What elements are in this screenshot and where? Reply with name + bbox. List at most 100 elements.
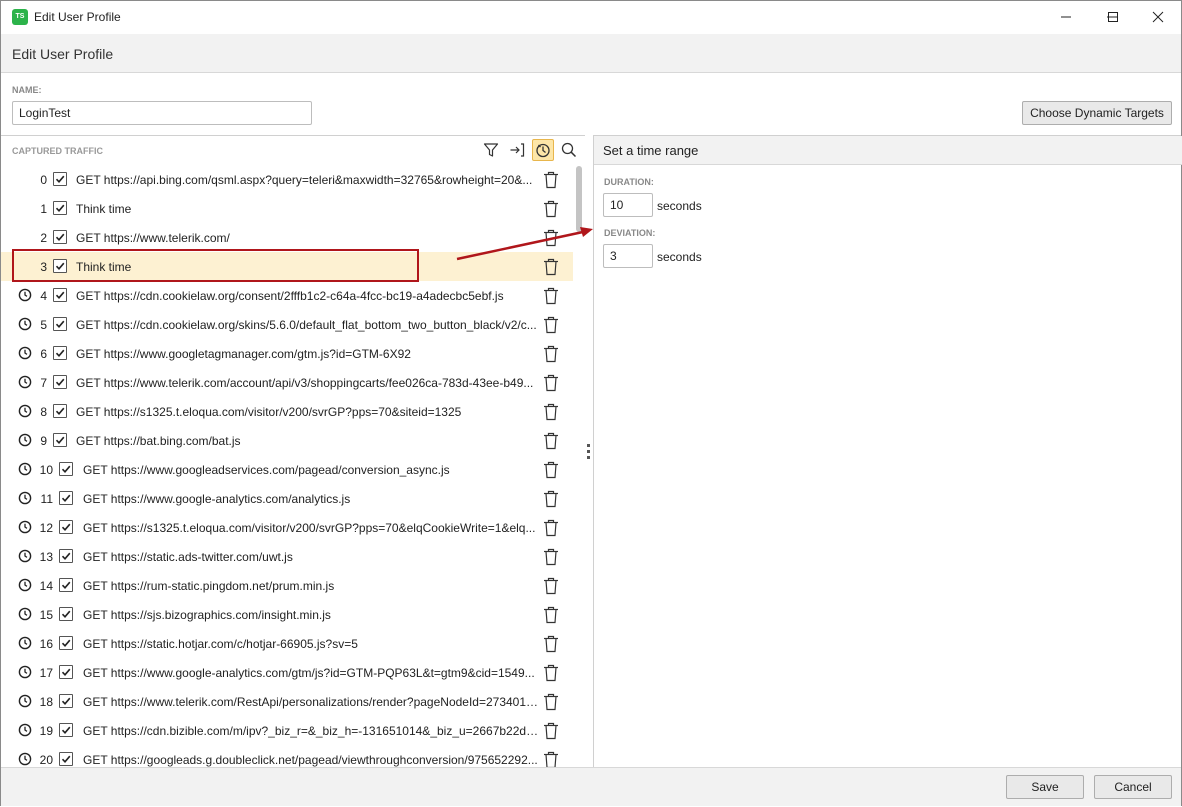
traffic-row[interactable]: 17 GET https://www.google-analytics.com/g… — [1, 658, 573, 687]
traffic-row[interactable]: 14 GET https://rum-static.pingdom.net/pru… — [1, 571, 573, 600]
captured-traffic-header: CAPTURED TRAFFIC — [1, 136, 585, 164]
maximize-button-area[interactable] — [1090, 1, 1136, 33]
traffic-row[interactable]: 20 GET https://googleads.g.doubleclick.ne… — [1, 745, 573, 767]
trash-icon[interactable] — [543, 403, 559, 421]
timer-icon — [536, 143, 550, 158]
checkmark-icon — [55, 233, 65, 241]
row-checkbox[interactable] — [53, 404, 67, 418]
scrollbar-thumb[interactable] — [576, 166, 582, 232]
deviation-unit: seconds — [657, 250, 702, 264]
checkmark-icon — [61, 726, 71, 734]
traffic-row[interactable]: 7 GET https://www.telerik.com/account/api… — [1, 368, 573, 397]
row-checkbox[interactable] — [53, 375, 67, 389]
row-checkbox[interactable] — [53, 317, 67, 331]
close-window-button[interactable] — [1135, 1, 1181, 33]
traffic-row[interactable]: 0 GET https://api.bing.com/qsml.aspx?quer… — [1, 165, 573, 194]
splitter-grip-dot — [587, 450, 590, 453]
traffic-row[interactable]: 19 GET https://cdn.bizible.com/m/ipv?_biz… — [1, 716, 573, 745]
row-checkbox[interactable] — [59, 723, 73, 737]
trash-icon[interactable] — [543, 345, 559, 363]
trash-icon[interactable] — [543, 751, 559, 767]
think-time-toggle-button[interactable] — [532, 139, 554, 161]
traffic-row[interactable]: 13 GET https://static.ads-twitter.com/uwt… — [1, 542, 573, 571]
go-to-button[interactable] — [506, 139, 528, 161]
row-request-text: Think time — [76, 202, 132, 216]
row-checkbox[interactable] — [59, 462, 73, 476]
trash-icon[interactable] — [543, 287, 559, 305]
row-checkbox[interactable] — [59, 694, 73, 708]
row-index: 4 — [40, 289, 47, 303]
row-checkbox[interactable] — [59, 665, 73, 679]
deviation-input[interactable] — [603, 244, 653, 268]
search-icon — [561, 142, 577, 158]
trash-icon[interactable] — [543, 577, 559, 595]
traffic-row[interactable]: 11 GET https://www.google-analytics.com/a… — [1, 484, 573, 513]
traffic-row[interactable]: 1 Think time — [1, 194, 573, 223]
row-index: 1 — [40, 202, 47, 216]
trash-icon[interactable] — [543, 200, 559, 218]
traffic-row[interactable]: 2 GET https://www.telerik.com/ — [1, 223, 573, 252]
traffic-row[interactable]: 4 GET https://cdn.cookielaw.org/consent/2… — [1, 281, 573, 310]
choose-dynamic-targets-button[interactable]: Choose Dynamic Targets — [1022, 101, 1172, 125]
row-checkbox[interactable] — [53, 230, 67, 244]
trash-icon[interactable] — [543, 606, 559, 624]
edit-user-profile-window: TS Edit User Profile Edit User Profile N… — [0, 0, 1182, 806]
maximize-icon — [1108, 12, 1118, 22]
trash-icon[interactable] — [543, 229, 559, 247]
deviation-label: DEVIATION: — [604, 228, 656, 238]
traffic-row[interactable]: 16 GET https://static.hotjar.com/c/hotjar… — [1, 629, 573, 658]
row-request-text: GET https://rum-static.pingdom.net/prum.… — [83, 579, 335, 593]
row-index: 15 — [39, 608, 53, 622]
pane-splitter[interactable] — [585, 135, 593, 767]
name-input[interactable] — [12, 101, 312, 125]
traffic-row[interactable]: 5 GET https://cdn.cookielaw.org/skins/5.6… — [1, 310, 573, 339]
trash-icon[interactable] — [543, 490, 559, 508]
traffic-list-scrollbar[interactable] — [575, 164, 583, 767]
trash-icon[interactable] — [543, 461, 559, 479]
trash-icon[interactable] — [543, 258, 559, 276]
trash-icon[interactable] — [543, 519, 559, 537]
row-checkbox[interactable] — [59, 752, 73, 766]
checkmark-icon — [61, 668, 71, 676]
trash-icon[interactable] — [543, 316, 559, 334]
row-checkbox[interactable] — [53, 172, 67, 186]
row-checkbox[interactable] — [53, 346, 67, 360]
row-index: 14 — [39, 579, 53, 593]
trash-icon[interactable] — [543, 171, 559, 189]
row-checkbox[interactable] — [59, 549, 73, 563]
trash-icon[interactable] — [543, 432, 559, 450]
trash-icon[interactable] — [543, 722, 559, 740]
search-button[interactable] — [558, 139, 580, 161]
minimize-button-area[interactable] — [1043, 1, 1089, 33]
traffic-row[interactable]: 18 GET https://www.telerik.com/RestApi/pe… — [1, 687, 573, 716]
traffic-row[interactable]: 6 GET https://www.googletagmanager.com/gt… — [1, 339, 573, 368]
row-checkbox[interactable] — [59, 578, 73, 592]
cancel-button[interactable]: Cancel — [1094, 775, 1172, 799]
filter-icon — [483, 143, 499, 157]
splitter-grip-dot — [587, 444, 590, 447]
trash-icon[interactable] — [543, 635, 559, 653]
traffic-row[interactable]: 10 GET https://www.googleadservices.com/p… — [1, 455, 573, 484]
traffic-row[interactable]: 15 GET https://sjs.bizographics.com/insig… — [1, 600, 573, 629]
row-checkbox[interactable] — [59, 607, 73, 621]
traffic-row[interactable]: 9 GET https://bat.bing.com/bat.js — [1, 426, 573, 455]
row-checkbox[interactable] — [59, 520, 73, 534]
checkmark-icon — [61, 523, 71, 531]
trash-icon[interactable] — [543, 374, 559, 392]
row-checkbox[interactable] — [53, 288, 67, 302]
checkmark-icon — [55, 349, 65, 357]
row-checkbox[interactable] — [59, 491, 73, 505]
save-button[interactable]: Save — [1006, 775, 1084, 799]
traffic-row[interactable]: 12 GET https://s1325.t.eloqua.com/visitor… — [1, 513, 573, 542]
filter-button[interactable] — [480, 139, 502, 161]
row-index: 0 — [40, 173, 47, 187]
duration-input[interactable] — [603, 193, 653, 217]
row-checkbox[interactable] — [53, 433, 67, 447]
row-checkbox[interactable] — [53, 201, 67, 215]
trash-icon[interactable] — [543, 693, 559, 711]
trash-icon[interactable] — [543, 548, 559, 566]
row-checkbox[interactable] — [59, 636, 73, 650]
trash-icon[interactable] — [543, 664, 559, 682]
checkmark-icon — [61, 581, 71, 589]
traffic-row[interactable]: 8 GET https://s1325.t.eloqua.com/visitor/… — [1, 397, 573, 426]
